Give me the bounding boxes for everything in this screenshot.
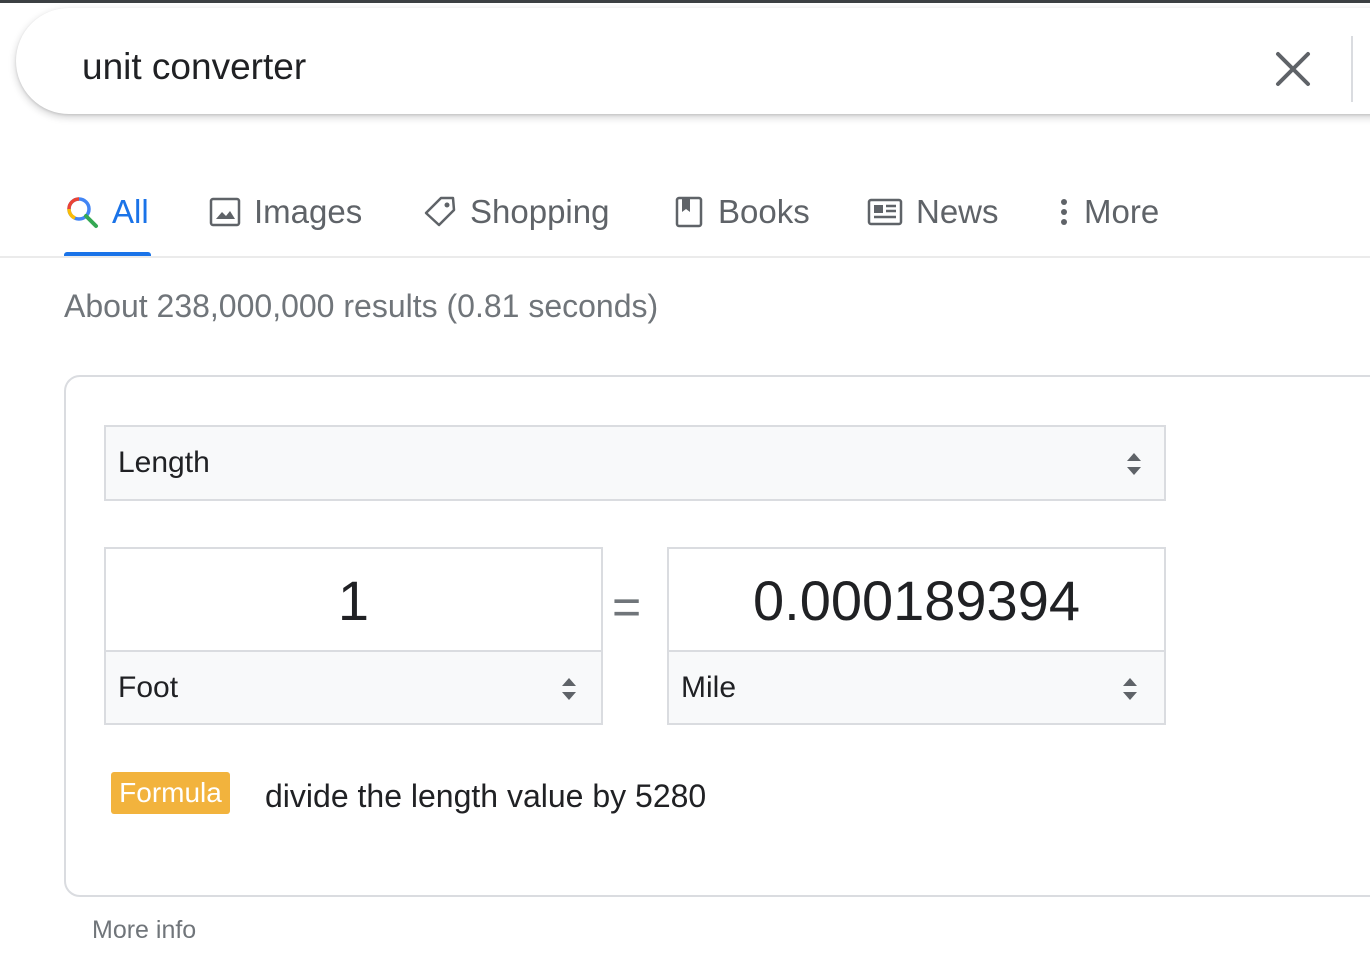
clear-search-button[interactable] <box>1268 44 1318 94</box>
from-value-input[interactable]: 1 <box>104 547 603 651</box>
tab-label: Images <box>254 193 363 230</box>
search-bar-divider <box>1351 36 1353 102</box>
from-unit-select[interactable]: Foot <box>104 650 603 725</box>
select-arrows-icon <box>1127 453 1141 475</box>
book-icon <box>672 194 706 230</box>
tab-more[interactable]: More <box>1054 182 1159 242</box>
more-vert-icon <box>1054 194 1074 230</box>
tabs-divider <box>0 256 1370 258</box>
tab-news[interactable]: News <box>866 182 999 242</box>
to-value-input[interactable]: 0.000189394 <box>667 547 1166 651</box>
to-unit-select[interactable]: Mile <box>667 650 1166 725</box>
formula-text: divide the length value by 5280 <box>265 778 707 814</box>
tab-label: All <box>112 193 149 230</box>
window-top-edge <box>0 0 1370 3</box>
select-arrows-icon <box>562 678 576 700</box>
search-input[interactable]: unit converter <box>82 44 306 90</box>
more-info-link[interactable]: More info <box>92 916 196 945</box>
to-unit-value: Mile <box>681 671 737 704</box>
equals-sign: = <box>612 579 642 635</box>
select-arrows-icon <box>1123 678 1137 700</box>
tag-icon <box>422 194 458 230</box>
from-unit-value: Foot <box>118 671 179 704</box>
news-icon <box>866 195 904 229</box>
tab-shopping[interactable]: Shopping <box>422 182 609 242</box>
tab-label: Books <box>718 193 810 230</box>
tab-label: Shopping <box>470 193 610 230</box>
search-tabs: All Images Shopping Books News More <box>0 160 1370 258</box>
tab-label: News <box>916 193 999 230</box>
result-stats: About 238,000,000 results (0.81 seconds) <box>64 288 659 324</box>
close-icon <box>1276 52 1310 86</box>
tab-all[interactable]: All <box>64 182 149 242</box>
category-select[interactable]: Length <box>104 425 1166 501</box>
formula-badge: Formula <box>111 772 230 814</box>
image-icon <box>208 195 242 229</box>
search-icon <box>64 194 100 230</box>
category-select-value: Length <box>118 446 210 479</box>
tab-label: More <box>1084 193 1160 230</box>
tab-books[interactable]: Books <box>672 182 810 242</box>
search-bar[interactable]: unit converter <box>16 8 1370 114</box>
tab-images[interactable]: Images <box>208 182 362 242</box>
